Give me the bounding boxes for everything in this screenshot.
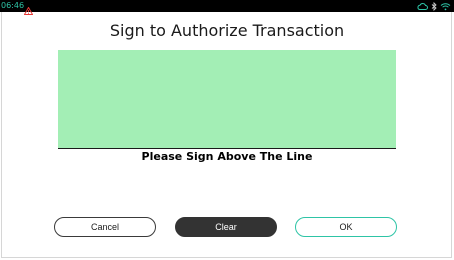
ok-button[interactable]: OK	[295, 217, 397, 237]
page-title: Sign to Authorize Transaction	[109, 21, 345, 40]
cancel-button[interactable]: Cancel	[54, 217, 156, 237]
wifi-icon	[440, 2, 451, 11]
signature-pad[interactable]	[58, 50, 396, 148]
clear-button[interactable]: Clear	[175, 217, 277, 237]
status-time: 06:46	[1, 1, 25, 10]
cloud-icon	[417, 2, 428, 11]
warning-icon	[23, 2, 34, 15]
bluetooth-icon	[431, 1, 437, 11]
status-bar: 06:46	[0, 0, 454, 15]
signature-instruction: Please Sign Above The Line	[141, 150, 313, 163]
signature-line	[58, 148, 396, 149]
status-icons	[417, 1, 451, 11]
